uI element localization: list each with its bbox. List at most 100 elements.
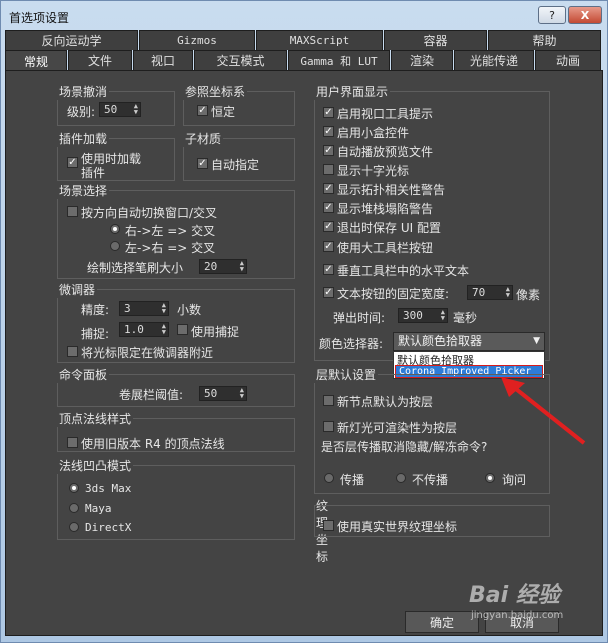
crosshair-checkbox[interactable] (323, 164, 334, 175)
ask-radio[interactable] (485, 473, 495, 483)
tab-radiosity[interactable]: 光能传递 (454, 50, 534, 70)
real-world-checkbox[interactable] (323, 520, 334, 531)
rtl-radio[interactable] (110, 224, 120, 234)
title-bar: 首选项设置 ? X (1, 1, 607, 31)
propagate-question: 是否层传播取消隐藏/解冻命令? (321, 440, 488, 454)
tab-gizmos[interactable]: Gizmos (139, 30, 255, 50)
rtl-label: 右->左 => 交叉 (125, 224, 216, 238)
tab-ik[interactable]: 反向运动学 (5, 30, 138, 50)
group-title: 参照坐标系 (183, 83, 248, 100)
wrap-cursor-checkbox[interactable] (67, 346, 78, 357)
tab-animation[interactable]: 动画 (535, 50, 601, 70)
group-title: 子材质 (183, 130, 224, 147)
load-on-demand-checkbox[interactable]: ✓ (67, 157, 78, 168)
bump-3dsmax-radio[interactable] (69, 483, 79, 493)
rollup-threshold-value: 50 (204, 387, 218, 400)
undo-levels-spinner[interactable]: 50 ▲ ▼ (99, 102, 141, 117)
group-title: 微调器 (57, 281, 98, 298)
group-title: 插件加载 (57, 130, 110, 147)
undo-levels-label: 级别: (67, 105, 96, 119)
help-button[interactable]: ? (538, 6, 566, 24)
flyout-time-label: 弹出时间: (333, 311, 386, 325)
new-lights-bylayer-label: 新灯光可渲染性为按层 (337, 421, 458, 435)
tab-files[interactable]: 文件 (68, 50, 132, 70)
tab-maxscript[interactable]: MAXScript (256, 30, 383, 50)
bump-maya-radio[interactable] (69, 503, 79, 513)
flyout-time-spinner[interactable]: 300 ▲ ▼ (398, 308, 448, 323)
gizmo-box-checkbox[interactable]: ✓ (323, 126, 334, 137)
no-propagate-label: 不传播 (412, 473, 449, 487)
group-title: 顶点法线样式 (57, 410, 134, 427)
horizontal-text-checkbox[interactable]: ✓ (323, 264, 334, 275)
snap-value: 1.0 (124, 323, 144, 336)
close-button[interactable]: X (568, 6, 602, 24)
autoplay-preview-checkbox[interactable]: ✓ (323, 145, 334, 156)
ltr-radio[interactable] (110, 241, 120, 251)
tab-interaction[interactable]: 交互模式 (194, 50, 287, 70)
topology-warning-checkbox[interactable]: ✓ (323, 183, 334, 194)
brush-size-spinner[interactable]: 20 ▲ ▼ (199, 259, 247, 274)
snap-spinner[interactable]: 1.0 ▲ ▼ (119, 322, 169, 337)
chevron-down-icon[interactable]: ▼ (533, 333, 540, 350)
tab-help[interactable]: 帮助 (488, 30, 601, 50)
propagate-radio[interactable] (324, 473, 334, 483)
viewport-tooltips-checkbox[interactable]: ✓ (323, 107, 334, 118)
no-propagate-radio[interactable] (396, 473, 406, 483)
large-toolbar-checkbox[interactable]: ✓ (323, 241, 334, 252)
spinner-arrows-icon[interactable]: ▲ ▼ (506, 286, 510, 299)
use-snap-checkbox[interactable] (177, 324, 188, 335)
precision-spinner[interactable]: 3 ▲ ▼ (119, 301, 169, 316)
constant-label: 恒定 (211, 105, 236, 119)
fixed-width-label: 文本按钮的固定宽度: (337, 287, 450, 301)
horizontal-text-label: 垂直工具栏中的水平文本 (337, 264, 470, 278)
constant-checkbox[interactable]: ✓ (197, 105, 208, 116)
rollup-threshold-label: 卷展栏阈值: (119, 388, 184, 402)
color-picker-dropdown[interactable]: 默认颜色拾取器 ▼ (393, 332, 545, 351)
viewport-tooltips-label: 启用视口工具提示 (337, 107, 434, 121)
preferences-window: 首选项设置 ? X 反向运动学 Gizmos MAXScript 容器 帮助 常… (0, 0, 608, 643)
auto-window-checkbox[interactable] (67, 206, 78, 217)
tab-strip: 反向运动学 Gizmos MAXScript 容器 帮助 常规 文件 视口 交互… (5, 30, 603, 72)
snap-label: 捕捉: (81, 327, 110, 341)
tab-containers[interactable]: 容器 (384, 30, 487, 50)
spinner-arrows-icon[interactable]: ▲ ▼ (240, 260, 244, 273)
spinner-arrows-icon[interactable]: ▲ ▼ (162, 302, 166, 315)
window-title: 首选项设置 (9, 11, 70, 25)
group-title: 层默认设置 (314, 366, 379, 383)
auto-window-label: 按方向自动切换窗口/交叉 (81, 206, 218, 220)
save-ui-checkbox[interactable]: ✓ (323, 221, 334, 232)
new-nodes-bylayer-checkbox[interactable] (323, 395, 334, 406)
spinner-arrows-icon[interactable]: ▲ ▼ (240, 387, 244, 400)
ok-button[interactable]: 确定 (405, 611, 479, 633)
precision-value: 3 (124, 302, 131, 315)
rollup-threshold-spinner[interactable]: 50 ▲ ▼ (199, 386, 247, 401)
precision-label: 精度: (81, 303, 110, 317)
group-title: 场景撤消 (57, 83, 110, 100)
tab-general[interactable]: 常规 (5, 50, 67, 72)
ltr-label: 左->右 => 交叉 (125, 241, 216, 255)
spinner-arrows-icon[interactable]: ▲ ▼ (134, 103, 138, 116)
color-picker-selected: 默认颜色拾取器 (398, 334, 483, 348)
flyout-time-unit: 毫秒 (453, 311, 478, 325)
fixed-width-checkbox[interactable]: ✓ (323, 287, 334, 298)
spinner-arrows-icon[interactable]: ▲ ▼ (441, 309, 445, 322)
fixed-width-value: 70 (472, 286, 486, 299)
new-lights-bylayer-checkbox[interactable] (323, 421, 334, 432)
bump-maya-label: Maya (85, 502, 112, 515)
red-arrow-annotation (501, 377, 586, 445)
color-picker-label: 颜色选择器: (319, 337, 384, 351)
topology-warning-label: 显示拓扑相关性警告 (337, 183, 446, 197)
bump-directx-radio[interactable] (69, 522, 79, 532)
tab-rendering[interactable]: 渲染 (391, 50, 453, 70)
stack-collapse-checkbox[interactable]: ✓ (323, 202, 334, 213)
spinner-arrows-icon[interactable]: ▲ ▼ (162, 323, 166, 336)
fixed-width-spinner[interactable]: 70 ▲ ▼ (467, 285, 513, 300)
tab-viewports[interactable]: 视口 (133, 50, 193, 70)
save-ui-label: 退出时保存 UI 配置 (337, 221, 441, 235)
tab-gamma-lut[interactable]: Gamma 和 LUT (288, 50, 390, 70)
auto-assign-checkbox[interactable]: ✓ (197, 158, 208, 169)
bump-3dsmax-label: 3ds Max (85, 482, 132, 495)
legacy-normals-checkbox[interactable] (67, 437, 78, 448)
real-world-label: 使用真实世界纹理坐标 (337, 520, 458, 534)
fixed-width-unit: 像素 (516, 288, 541, 302)
